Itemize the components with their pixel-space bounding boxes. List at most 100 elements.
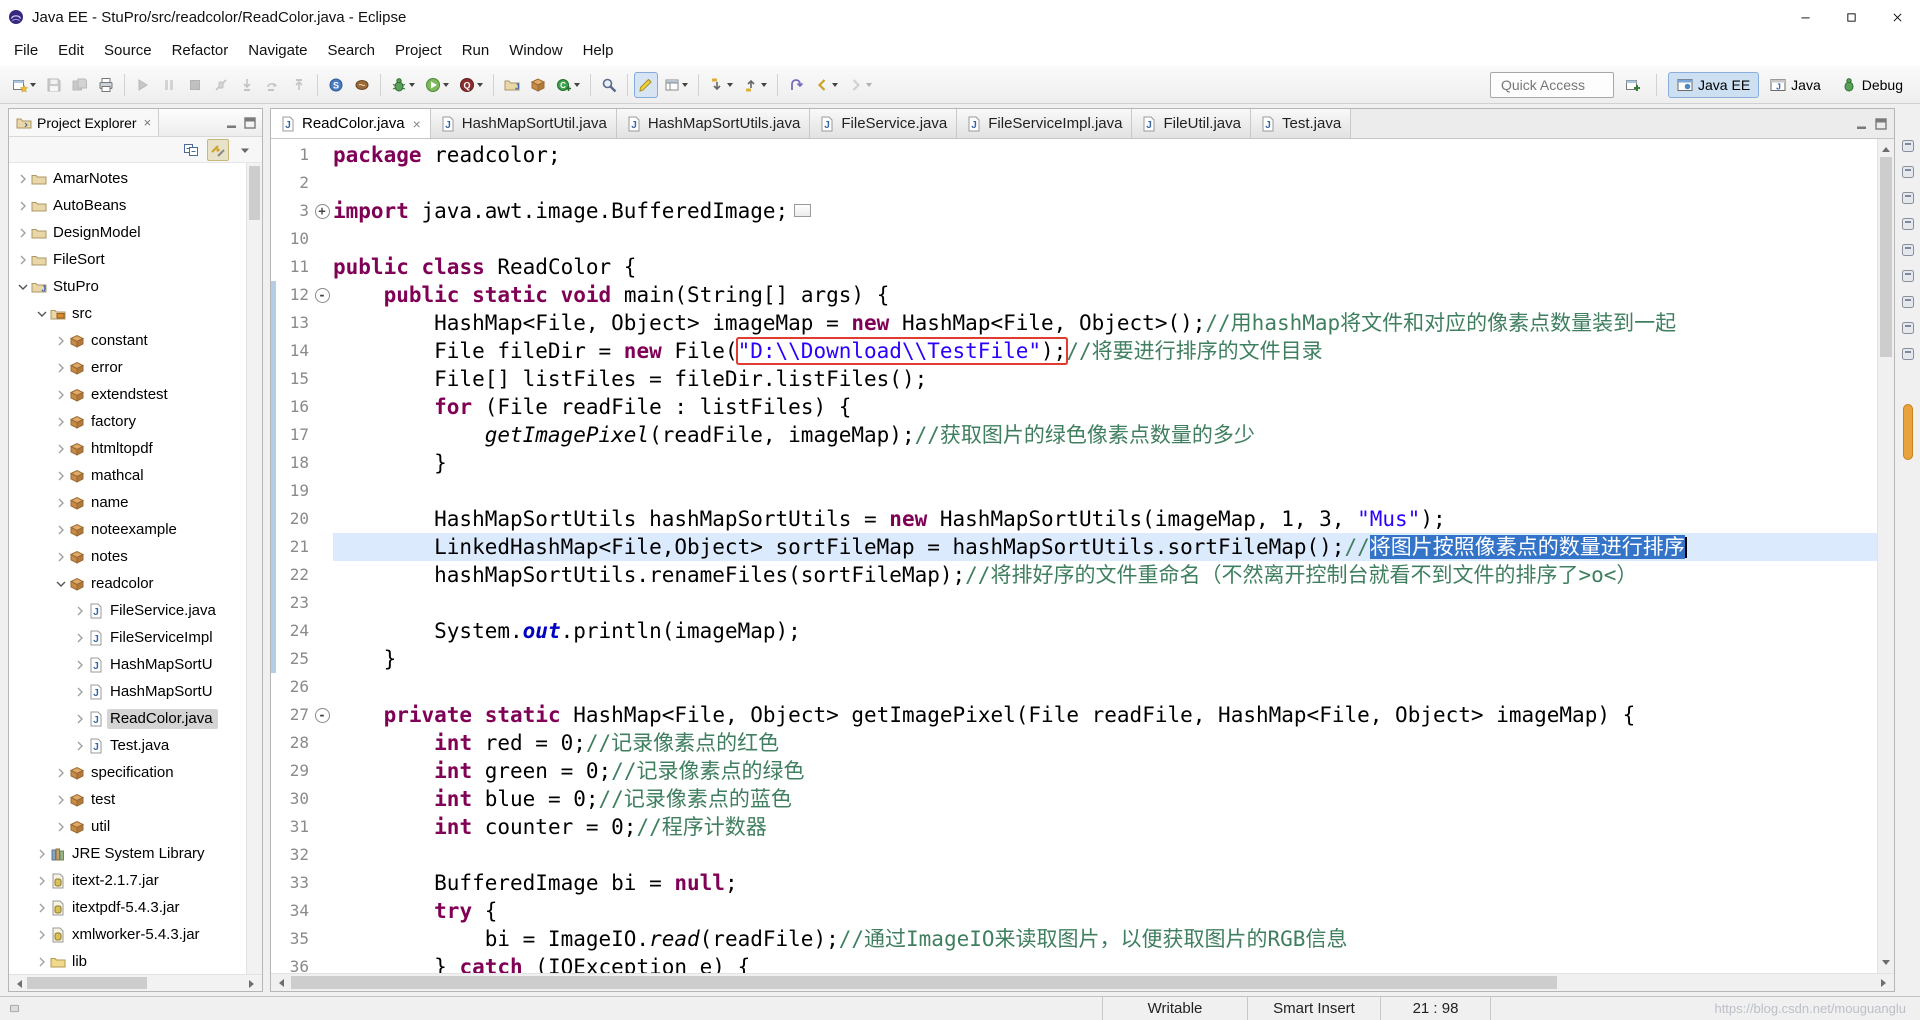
servers-view-button[interactable]	[1898, 214, 1918, 234]
line-number[interactable]: 13	[271, 309, 311, 337]
tree-item-designmodel[interactable]: DesignModel	[9, 219, 246, 246]
chevron-closed-icon[interactable]	[34, 873, 50, 889]
tree-item-jre-system-library[interactable]: JRE System Library	[9, 840, 246, 867]
explorer-horizontal-scrollbar[interactable]	[9, 974, 262, 991]
menu-source[interactable]: Source	[94, 36, 162, 65]
chevron-closed-icon[interactable]	[53, 414, 69, 430]
code-line-14[interactable]: 14 File fileDir = new File("D:\\Download…	[271, 337, 1877, 365]
code-line-18[interactable]: 18 }	[271, 449, 1877, 477]
tree-item-itext-2-1-7-jar[interactable]: itext-2.1.7.jar	[9, 867, 246, 894]
code-line-27[interactable]: 27- private static HashMap<File, Object>…	[271, 701, 1877, 729]
print-button[interactable]	[94, 72, 118, 98]
code-line-23[interactable]: 23	[271, 589, 1877, 617]
outline-view-button[interactable]	[1898, 162, 1918, 182]
line-number[interactable]: 36	[271, 953, 311, 973]
explorer-vertical-scrollbar[interactable]	[246, 163, 262, 974]
debug-button[interactable]	[387, 72, 419, 98]
perspective-java[interactable]: JJava	[1761, 72, 1830, 98]
history-view-button[interactable]	[1898, 344, 1918, 364]
code-line-11[interactable]: 11public class ReadColor {	[271, 253, 1877, 281]
tree-item-stupro[interactable]: JStuPro	[9, 273, 246, 300]
line-number[interactable]: 30	[271, 785, 311, 813]
chevron-open-icon[interactable]	[53, 576, 69, 592]
line-number[interactable]: 24	[271, 617, 311, 645]
link-with-editor-button[interactable]	[207, 139, 229, 161]
console-view-button[interactable]	[1898, 292, 1918, 312]
chevron-closed-icon[interactable]	[72, 738, 88, 754]
minimize-button[interactable]	[1782, 0, 1828, 34]
coverage-button[interactable]: Q	[455, 72, 487, 98]
new-wizard-button[interactable]	[8, 72, 40, 98]
editor-vertical-scrollbar[interactable]	[1877, 139, 1894, 973]
step-over-button[interactable]	[261, 72, 285, 98]
tree-item-src[interactable]: src	[9, 300, 246, 327]
line-number[interactable]: 20	[271, 505, 311, 533]
editor-tab-test-java[interactable]: JTest.java	[1251, 109, 1351, 138]
tree-item-filesort[interactable]: FileSort	[9, 246, 246, 273]
line-number[interactable]: 12	[271, 281, 311, 309]
line-number[interactable]: 32	[271, 841, 311, 869]
folded-region-icon[interactable]	[794, 204, 811, 217]
minimize-editor-icon[interactable]	[1854, 116, 1870, 132]
chevron-closed-icon[interactable]	[15, 225, 31, 241]
menu-help[interactable]: Help	[573, 36, 624, 65]
code-line-3[interactable]: 3+import java.awt.image.BufferedImage;	[271, 197, 1877, 225]
tree-item-fileservice-java[interactable]: JFileService.java	[9, 597, 246, 624]
line-number[interactable]: 10	[271, 225, 311, 253]
code-line-2[interactable]: 2	[271, 169, 1877, 197]
scroll-up-icon[interactable]	[1877, 139, 1894, 156]
overview-scroll-marker[interactable]	[1903, 404, 1913, 460]
new-servlet-button[interactable]: S	[324, 72, 348, 98]
tree-item-util[interactable]: util	[9, 813, 246, 840]
chevron-closed-icon[interactable]	[53, 387, 69, 403]
chevron-closed-icon[interactable]	[72, 684, 88, 700]
chevron-closed-icon[interactable]	[34, 927, 50, 943]
menu-file[interactable]: File	[4, 36, 48, 65]
new-package-button[interactable]	[526, 72, 550, 98]
chevron-closed-icon[interactable]	[53, 468, 69, 484]
line-number[interactable]: 23	[271, 589, 311, 617]
code-line-13[interactable]: 13 HashMap<File, Object> imageMap = new …	[271, 309, 1877, 337]
step-into-button[interactable]	[235, 72, 259, 98]
editor-tab-fileservice-java[interactable]: JFileService.java	[810, 109, 957, 138]
menu-project[interactable]: Project	[385, 36, 452, 65]
open-perspective-button[interactable]	[1621, 72, 1645, 98]
line-number[interactable]: 25	[271, 645, 311, 673]
tree-item-xmlworker-5-4-3-jar[interactable]: xmlworker-5.4.3.jar	[9, 921, 246, 948]
code-line-17[interactable]: 17 getImagePixel(readFile, imageMap);//获…	[271, 421, 1877, 449]
tree-item-hashmapsortu[interactable]: JHashMapSortU	[9, 678, 246, 705]
chevron-open-icon[interactable]	[15, 279, 31, 295]
chevron-closed-icon[interactable]	[53, 360, 69, 376]
forward-button[interactable]	[844, 72, 876, 98]
perspective-java-ee[interactable]: Java EE	[1668, 72, 1759, 98]
scroll-down-icon[interactable]	[1877, 956, 1894, 973]
code-line-19[interactable]: 19	[271, 477, 1877, 505]
fold-minus-icon[interactable]: -	[311, 701, 333, 729]
chevron-open-icon[interactable]	[34, 306, 50, 322]
terminate-button[interactable]	[183, 72, 207, 98]
editor-tab-readcolor-java[interactable]: JReadColor.java×	[271, 109, 431, 138]
line-number[interactable]: 2	[271, 169, 311, 197]
line-number[interactable]: 11	[271, 253, 311, 281]
editor-tab-hashmapsortutils-java[interactable]: JHashMapSortUtils.java	[617, 109, 811, 138]
status-trim-icon[interactable]	[8, 1002, 21, 1015]
menu-search[interactable]: Search	[317, 36, 385, 65]
scroll-left-icon[interactable]	[271, 974, 288, 991]
tree-item-factory[interactable]: factory	[9, 408, 246, 435]
code-line-15[interactable]: 15 File[] listFiles = fileDir.listFiles(…	[271, 365, 1877, 393]
tree-item-noteexample[interactable]: noteexample	[9, 516, 246, 543]
code-line-24[interactable]: 24 System.out.println(imageMap);	[271, 617, 1877, 645]
tree-item-constant[interactable]: constant	[9, 327, 246, 354]
chevron-closed-icon[interactable]	[72, 711, 88, 727]
snippets-view-button[interactable]	[1898, 266, 1918, 286]
tree-item-specification[interactable]: specification	[9, 759, 246, 786]
line-number[interactable]: 27	[271, 701, 311, 729]
bookmarks-view-button[interactable]	[1898, 318, 1918, 338]
tree-item-htmltopdf[interactable]: htmltopdf	[9, 435, 246, 462]
tree-item-test[interactable]: test	[9, 786, 246, 813]
code-line-35[interactable]: 35 bi = ImageIO.read(readFile);//通过Image…	[271, 925, 1877, 953]
run-button[interactable]	[421, 72, 453, 98]
chevron-closed-icon[interactable]	[72, 603, 88, 619]
chevron-closed-icon[interactable]	[34, 900, 50, 916]
tree-item-notes[interactable]: notes	[9, 543, 246, 570]
